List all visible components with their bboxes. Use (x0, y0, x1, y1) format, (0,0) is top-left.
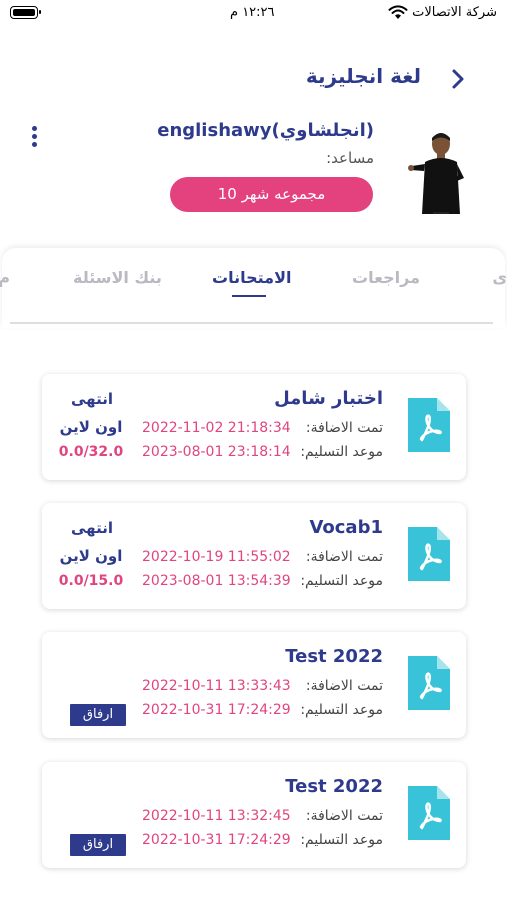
page-title: لغة انجليزية (305, 64, 421, 88)
exam-mode: اون لاين (59, 547, 123, 565)
tab-question-bank[interactable]: بنك الاسئلة (73, 268, 162, 287)
status-bar: ١٢:٢٦ م شركة الاتصالات (0, 0, 507, 30)
group-badge[interactable]: مجموعه شهر 10 (170, 177, 373, 212)
exam-card[interactable]: Test 2022 تمت الاضافة: 2022-10-11 13:32:… (42, 762, 466, 868)
due-date: 2022-10-31 17:24:29 (142, 702, 291, 718)
pdf-file-icon (408, 656, 450, 710)
exam-title: Test 2022 (285, 646, 383, 667)
due-label: موعد التسليم: (300, 573, 383, 589)
teacher-name: (انجلشاوي)englishawy (157, 120, 374, 141)
exam-card[interactable]: Test 2022 تمت الاضافة: 2022-10-11 13:33:… (42, 632, 466, 738)
pdf-file-icon (408, 398, 450, 452)
tab-reviews[interactable]: مراجعات (352, 268, 420, 287)
added-label: تمت الاضافة: (305, 808, 383, 824)
exam-title: Test 2022 (285, 776, 383, 797)
exam-score: 0.0/15.0 (58, 573, 124, 589)
added-label: تمت الاضافة: (305, 678, 383, 694)
tabs-panel (2, 248, 505, 328)
tab-partial-left[interactable]: م (0, 268, 10, 287)
exam-mode: اون لاين (59, 418, 123, 436)
exam-score: 0.0/32.0 (58, 444, 124, 460)
pdf-file-icon (408, 527, 450, 581)
status-time: ١٢:٢٦ م (230, 5, 275, 20)
tab-exams[interactable]: الامتحانات (212, 268, 291, 287)
exam-card[interactable]: Vocab1 تمت الاضافة: 2022-10-19 11:55:02 … (42, 503, 466, 609)
added-label: تمت الاضافة: (305, 420, 383, 436)
battery-icon (10, 6, 41, 19)
exam-title: اختبار شامل (274, 388, 383, 409)
added-label: تمت الاضافة: (305, 549, 383, 565)
added-date: 2022-10-11 13:32:45 (142, 808, 291, 824)
tabs-divider (10, 322, 493, 324)
due-date: 2023-08-01 23:18:14 (142, 444, 291, 460)
teacher-avatar (408, 126, 474, 214)
added-date: 2022-10-11 13:33:43 (142, 678, 291, 694)
carrier-name: شركة الاتصالات (412, 5, 497, 20)
added-date: 2022-10-19 11:55:02 (142, 549, 291, 565)
active-tab-indicator (232, 295, 266, 297)
exam-card[interactable]: اختبار شامل تمت الاضافة: 2022-11-02 21:1… (42, 374, 466, 480)
due-label: موعد التسليم: (300, 832, 383, 848)
due-date: 2022-10-31 17:24:29 (142, 832, 291, 848)
added-date: 2022-11-02 21:18:34 (142, 420, 291, 436)
tab-partial-right[interactable]: ى (492, 268, 507, 287)
wifi-icon (388, 5, 408, 19)
due-date: 2023-08-01 13:54:39 (142, 573, 291, 589)
assistant-label: مساعد: (326, 149, 374, 167)
due-label: موعد التسليم: (300, 444, 383, 460)
attach-button[interactable]: ارفاق (70, 834, 126, 856)
attach-button[interactable]: ارفاق (70, 704, 126, 726)
pdf-file-icon (408, 786, 450, 840)
exam-title: Vocab1 (309, 517, 383, 538)
due-label: موعد التسليم: (300, 702, 383, 718)
back-chevron-icon[interactable] (445, 64, 471, 94)
more-options-icon[interactable] (28, 126, 40, 150)
exam-status: انتهى (71, 390, 113, 408)
exam-status: انتهى (71, 519, 113, 537)
